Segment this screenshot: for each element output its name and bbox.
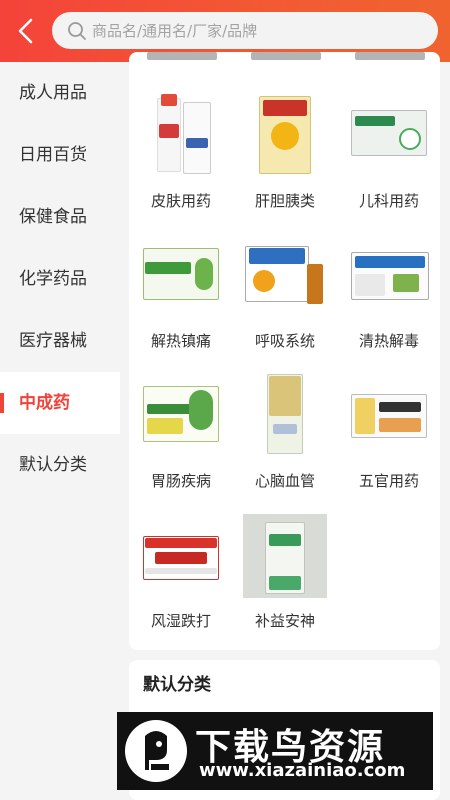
product-image [347,94,431,178]
category-item[interactable]: 风湿跌打 [129,514,233,644]
category-label: 儿科用药 [358,192,419,210]
category-item[interactable]: 肝胆胰类 [233,94,337,224]
category-item[interactable]: 儿科用药 [337,94,440,224]
product-image [139,94,223,178]
category-label: 解热镇痛 [150,332,211,350]
scrolled-item [251,52,321,60]
product-image [243,374,327,458]
category-label: 胃肠疾病 [150,472,211,490]
watermark-url: www.xiazainiao.com [199,760,406,781]
category-label: 肝胆胰类 [254,192,315,210]
category-label: 补益安神 [254,612,315,630]
section-title: 默认分类 [143,675,211,695]
sidebar-item-medical-devices[interactable]: 医疗器械 [0,310,120,372]
category-label: 五官用药 [358,472,419,490]
sidebar-item-tcm[interactable]: 中成药 [0,372,120,434]
category-item[interactable]: 解热镇痛 [129,234,233,364]
category-label: 风湿跌打 [150,612,211,630]
category-item[interactable]: 心脑血管 [233,374,337,504]
product-image [347,234,431,318]
watermark-banner: 下载鸟资源 www.xiazainiao.com [117,712,433,790]
category-label: 呼吸系统 [254,332,315,350]
category-label: 清热解毒 [358,332,419,350]
sidebar-item-default[interactable]: 默认分类 [0,434,120,496]
product-image [243,514,327,598]
product-image [139,234,223,318]
product-image [139,374,223,458]
search-bar[interactable] [52,12,438,49]
scrolled-item [147,52,217,60]
category-item[interactable]: 清热解毒 [337,234,440,364]
product-image [139,514,223,598]
search-input[interactable] [92,12,422,49]
search-icon [68,22,86,40]
sidebar-item-adult[interactable]: 成人用品 [0,62,120,124]
category-item[interactable]: 皮肤用药 [129,94,233,224]
category-item[interactable]: 胃肠疾病 [129,374,233,504]
category-item[interactable]: 呼吸系统 [233,234,337,364]
back-arrow-icon[interactable] [14,16,38,46]
sidebar-item-health-food[interactable]: 保健食品 [0,186,120,248]
sidebar-item-chemical-drugs[interactable]: 化学药品 [0,248,120,310]
category-label: 皮肤用药 [150,192,211,210]
scrolled-item [355,52,425,60]
category-sidebar: 成人用品 日用百货 保健食品 化学药品 医疗器械 中成药 默认分类 [0,62,120,800]
product-image [243,94,327,178]
sidebar-item-daily-goods[interactable]: 日用百货 [0,124,120,186]
product-image [243,234,327,318]
category-label: 心脑血管 [254,472,315,490]
category-item[interactable]: 五官用药 [337,374,440,504]
bird-logo-icon [125,720,187,782]
category-grid-panel: 皮肤用药 肝胆胰类 儿科用药 解热镇痛 呼吸系统 清热解毒 胃肠疾病 心脑血管 … [129,52,440,650]
product-image [347,374,431,458]
category-item[interactable]: 补益安神 [233,514,337,644]
